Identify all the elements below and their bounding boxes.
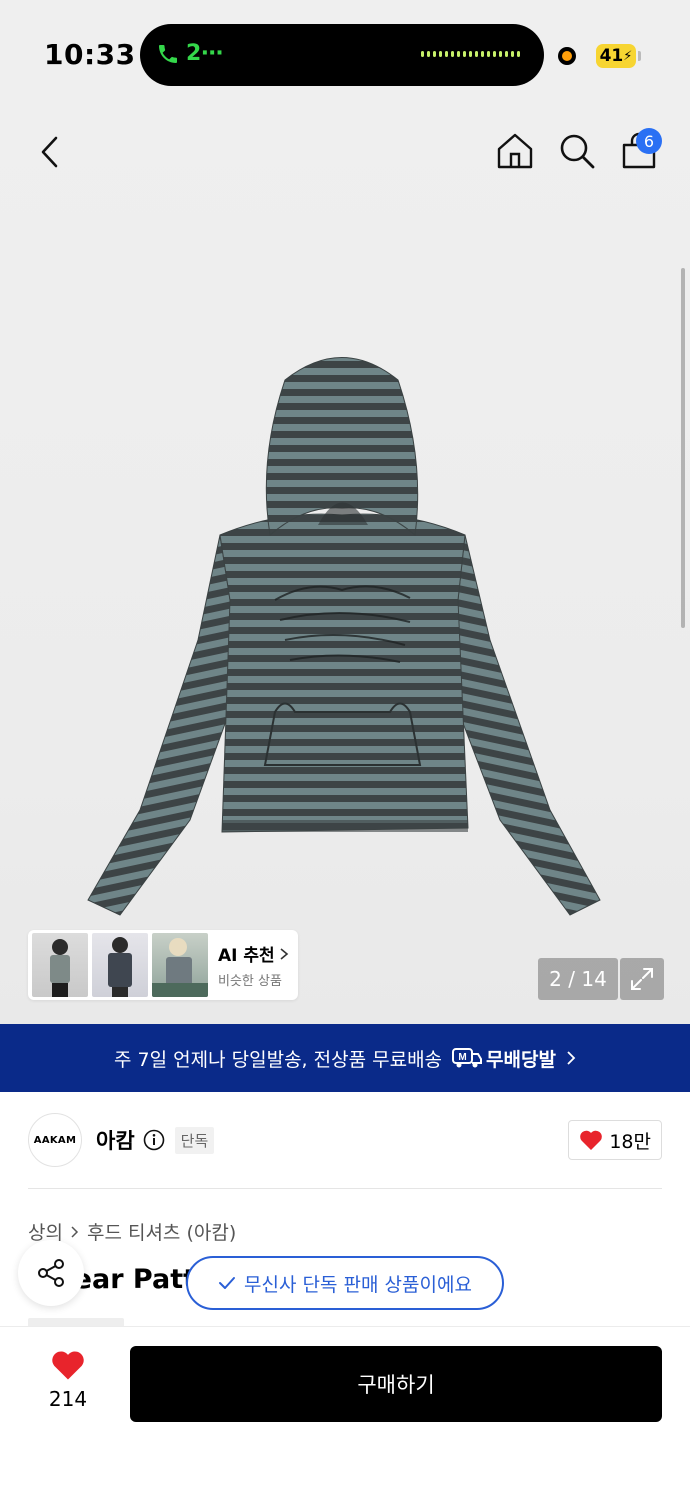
buy-button[interactable]: 구매하기 — [130, 1346, 662, 1422]
heart-icon — [52, 1351, 84, 1380]
phone-icon — [159, 44, 177, 63]
recommend-thumbnail[interactable] — [152, 933, 208, 997]
image-counter: 2 / 14 — [538, 958, 618, 1000]
brand-like-button[interactable]: 18만 — [568, 1120, 662, 1160]
svg-text:M: M — [458, 1052, 466, 1063]
back-button[interactable] — [28, 130, 72, 174]
toast-text: 무신사 단독 판매 상품이에요 — [244, 1273, 472, 1296]
chevron-right-icon — [280, 947, 288, 960]
banner-brand-label: 무배당발 — [486, 1048, 556, 1071]
brand-like-count: 18만 — [609, 1130, 651, 1153]
product-gallery[interactable]: AI 추천 비슷한 상품 2 / 14 — [0, 110, 690, 1024]
battery-icon: 41 ⚡ — [596, 44, 636, 68]
wishlist-button[interactable]: 214 — [40, 1349, 96, 1411]
ai-recommend-subtitle: 비슷한 상품 — [218, 974, 282, 989]
breadcrumb-subcategory[interactable]: 후드 티셔츠 (아캄) — [87, 1218, 236, 1245]
cart-count-badge: 6 — [636, 128, 662, 154]
call-label: 2⋯ — [186, 41, 224, 66]
search-button[interactable] — [554, 128, 600, 174]
chevron-left-icon — [41, 136, 58, 168]
fullscreen-button[interactable] — [620, 958, 664, 1000]
banner-brand: M 무배당발 — [452, 1045, 556, 1072]
ai-recommend-card[interactable]: AI 추천 비슷한 상품 — [28, 930, 298, 1000]
battery-level: 41 — [599, 46, 624, 66]
battery-cap — [638, 51, 641, 61]
search-icon — [560, 134, 595, 169]
chevron-right-icon — [71, 1225, 79, 1238]
recommend-thumbnail[interactable] — [32, 933, 88, 997]
check-icon — [219, 1277, 236, 1289]
share-icon — [38, 1259, 64, 1287]
delivery-truck-icon: M — [452, 1048, 483, 1068]
brand-logo[interactable]: AAKAM — [28, 1113, 82, 1167]
scroll-indicator — [681, 268, 685, 628]
exclusive-tag: 단독 — [174, 1126, 215, 1154]
divider — [28, 1188, 662, 1189]
info-icon[interactable] — [143, 1129, 165, 1151]
dynamic-island[interactable]: 2⋯ — [140, 24, 544, 86]
ai-recommend-label: AI 추천 — [218, 946, 275, 966]
home-icon — [497, 133, 533, 169]
brand-row: AAKAM 아캄 단독 18만 — [28, 1112, 662, 1168]
delivery-banner[interactable]: 주 7일 언제나 당일발송, 전상품 무료배송 M 무배당발 — [0, 1024, 690, 1092]
call-indicator[interactable]: 2⋯ — [156, 41, 223, 66]
bottom-action-bar: 214 구매하기 — [0, 1326, 690, 1500]
waveform-icon — [421, 51, 520, 57]
wishlist-count: 214 — [48, 1387, 88, 1411]
home-button[interactable] — [492, 128, 538, 174]
share-button[interactable] — [18, 1240, 84, 1306]
expand-icon — [631, 968, 653, 990]
chevron-right-icon — [567, 1051, 576, 1065]
brand-name[interactable]: 아캄 — [96, 1125, 135, 1155]
status-bar: 10:33 2⋯ 41 ⚡ — [0, 0, 690, 110]
ai-recommend-title: AI 추천 — [218, 941, 289, 966]
recommend-thumbnail[interactable] — [92, 933, 148, 997]
heart-icon — [580, 1130, 603, 1150]
banner-text: 주 7일 언제나 당일발송, 전상품 무료배송 — [114, 1048, 443, 1071]
product-image[interactable] — [80, 340, 610, 920]
exclusive-toast: 무신사 단독 판매 상품이에요 — [186, 1256, 504, 1310]
status-time: 10:33 — [44, 38, 136, 71]
recording-dot-icon — [558, 47, 576, 65]
